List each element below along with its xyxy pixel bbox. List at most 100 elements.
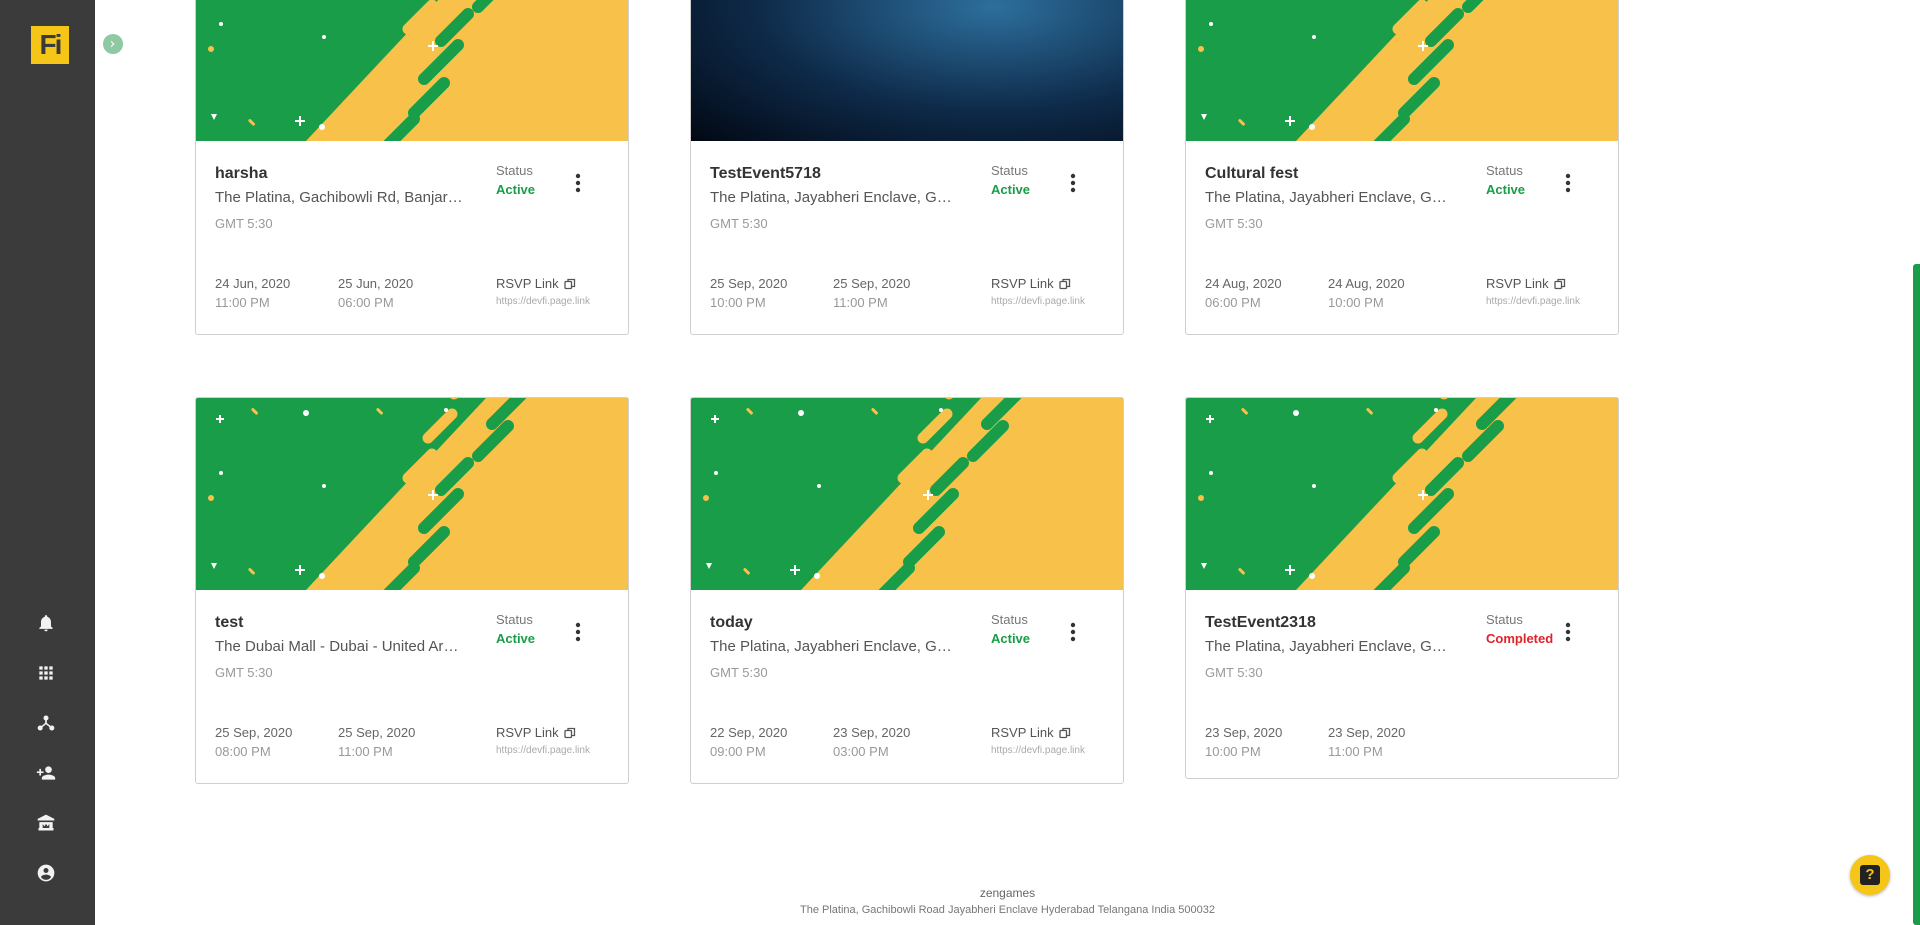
start-time: 11:00 PM — [215, 295, 270, 310]
event-timezone: GMT 5:30 — [710, 665, 768, 680]
footer-address: The Platina, Gachibowli Road Jayabheri E… — [799, 904, 1216, 916]
more-options-icon[interactable] — [568, 171, 588, 195]
event-details: TestEvent5718 The Platina, Jayabheri Encl… — [691, 141, 1123, 334]
end-date: 23 Sep, 2020 — [833, 725, 911, 740]
start-date: 23 Sep, 2020 — [1205, 725, 1283, 740]
more-options-icon[interactable] — [1063, 620, 1083, 644]
event-banner — [1186, 398, 1618, 590]
start-time: 09:00 PM — [710, 744, 766, 759]
status-badge: Active — [496, 182, 536, 197]
help-button[interactable]: ? — [1850, 855, 1890, 895]
rsvp-url[interactable]: https://devfi.page.link — [496, 745, 591, 756]
sidebar: Fi — [0, 0, 95, 925]
end-time: 03:00 PM — [833, 744, 889, 759]
status-badge: Active — [1486, 182, 1526, 197]
bell-icon[interactable] — [32, 609, 60, 637]
end-date: 25 Sep, 2020 — [833, 276, 911, 291]
event-details: TestEvent2318 The Platina, Jayabheri Encl… — [1186, 590, 1618, 778]
more-options-icon[interactable] — [1558, 620, 1578, 644]
end-time: 06:00 PM — [338, 295, 394, 310]
more-options-icon[interactable] — [1558, 171, 1578, 195]
start-time: 10:00 PM — [710, 295, 766, 310]
status-badge: Completed — [1486, 631, 1554, 646]
end-date: 24 Aug, 2020 — [1328, 276, 1405, 291]
event-card[interactable]: test The Dubai Mall - Dubai - United Arab… — [195, 397, 629, 784]
event-name: Cultural fest — [1205, 165, 1299, 182]
end-time: 11:00 PM — [833, 295, 888, 310]
copy-icon[interactable] — [563, 727, 576, 739]
network-icon[interactable] — [32, 709, 60, 737]
event-venue: The Platina, Jayabheri Enclave, Gachibow… — [710, 189, 960, 206]
apps-grid-icon[interactable] — [32, 659, 60, 687]
end-time: 11:00 PM — [338, 744, 393, 759]
event-venue: The Platina, Jayabheri Enclave, Gachibow… — [1205, 189, 1455, 206]
event-details: Cultural fest The Platina, Jayabheri Encl… — [1186, 141, 1618, 334]
account-circle-icon[interactable] — [32, 859, 60, 887]
copy-icon[interactable] — [1058, 278, 1071, 290]
status-label: Status — [991, 612, 1028, 627]
event-venue: The Platina, Gachibowli Rd, Banjara Hill… — [215, 189, 465, 206]
app-logo[interactable]: Fi — [31, 26, 69, 64]
rsvp-label: RSVP Link — [1486, 276, 1566, 291]
event-name: TestEvent2318 — [1205, 614, 1316, 631]
copy-icon[interactable] — [563, 278, 576, 290]
rsvp-url[interactable]: https://devfi.page.link — [1486, 296, 1581, 307]
status-label: Status — [1486, 163, 1523, 178]
event-timezone: GMT 5:30 — [710, 216, 768, 231]
event-name: harsha — [215, 165, 268, 182]
end-date: 23 Sep, 2020 — [1328, 725, 1406, 740]
start-date: 25 Sep, 2020 — [215, 725, 293, 740]
status-badge: Active — [496, 631, 536, 646]
status-badge: Active — [991, 182, 1031, 197]
event-venue: The Platina, Jayabheri Enclave, Gachibow… — [710, 638, 960, 655]
copy-icon[interactable] — [1553, 278, 1566, 290]
event-card[interactable]: TestEvent2318 The Platina, Jayabheri Encl… — [1185, 397, 1619, 779]
rsvp-label: RSVP Link — [991, 276, 1071, 291]
main-content: harsha The Platina, Gachibowli Rd, Banjar… — [95, 0, 1920, 925]
more-options-icon[interactable] — [568, 620, 588, 644]
event-timezone: GMT 5:30 — [215, 216, 273, 231]
rsvp-label: RSVP Link — [496, 725, 576, 740]
sidebar-expand-button[interactable] — [103, 34, 123, 54]
copy-icon[interactable] — [1058, 727, 1071, 739]
add-user-icon[interactable] — [32, 759, 60, 787]
event-timezone: GMT 5:30 — [215, 665, 273, 680]
event-banner — [1186, 0, 1618, 141]
event-card[interactable]: today The Platina, Jayabheri Enclave, Gac… — [690, 397, 1124, 784]
event-card[interactable]: harsha The Platina, Gachibowli Rd, Banjar… — [195, 0, 629, 335]
more-options-icon[interactable] — [1063, 171, 1083, 195]
rsvp-label: RSVP Link — [991, 725, 1071, 740]
event-name: today — [710, 614, 753, 631]
rsvp-url[interactable]: https://devfi.page.link — [991, 296, 1086, 307]
start-time: 06:00 PM — [1205, 295, 1261, 310]
help-icon: ? — [1860, 865, 1880, 885]
end-time: 10:00 PM — [1328, 295, 1384, 310]
start-time: 10:00 PM — [1205, 744, 1261, 759]
status-label: Status — [1486, 612, 1523, 627]
end-date: 25 Sep, 2020 — [338, 725, 416, 740]
footer-org: zengames — [979, 886, 1036, 900]
event-banner — [196, 398, 628, 590]
event-banner-photo — [691, 0, 1123, 141]
event-details: harsha The Platina, Gachibowli Rd, Banjar… — [196, 141, 628, 334]
start-time: 08:00 PM — [215, 744, 271, 759]
event-card[interactable]: TestEvent5718 The Platina, Jayabheri Encl… — [690, 0, 1124, 335]
status-badge: Active — [991, 631, 1031, 646]
start-date: 25 Sep, 2020 — [710, 276, 788, 291]
event-timezone: GMT 5:30 — [1205, 665, 1263, 680]
event-banner — [691, 398, 1123, 590]
end-time: 11:00 PM — [1328, 744, 1383, 759]
event-venue: The Platina, Jayabheri Enclave, Gachibow… — [1205, 638, 1455, 655]
event-details: today The Platina, Jayabheri Enclave, Gac… — [691, 590, 1123, 783]
event-name: TestEvent5718 — [710, 165, 821, 182]
rsvp-url[interactable]: https://devfi.page.link — [991, 745, 1086, 756]
end-date: 25 Jun, 2020 — [338, 276, 414, 291]
status-label: Status — [496, 612, 533, 627]
status-label: Status — [991, 163, 1028, 178]
rsvp-url[interactable]: https://devfi.page.link — [496, 296, 591, 307]
event-banner — [196, 0, 628, 141]
start-date: 22 Sep, 2020 — [710, 725, 788, 740]
scrollbar-thumb[interactable] — [1913, 264, 1920, 925]
event-card[interactable]: Cultural fest The Platina, Jayabheri Encl… — [1185, 0, 1619, 335]
museum-icon[interactable] — [32, 809, 60, 837]
